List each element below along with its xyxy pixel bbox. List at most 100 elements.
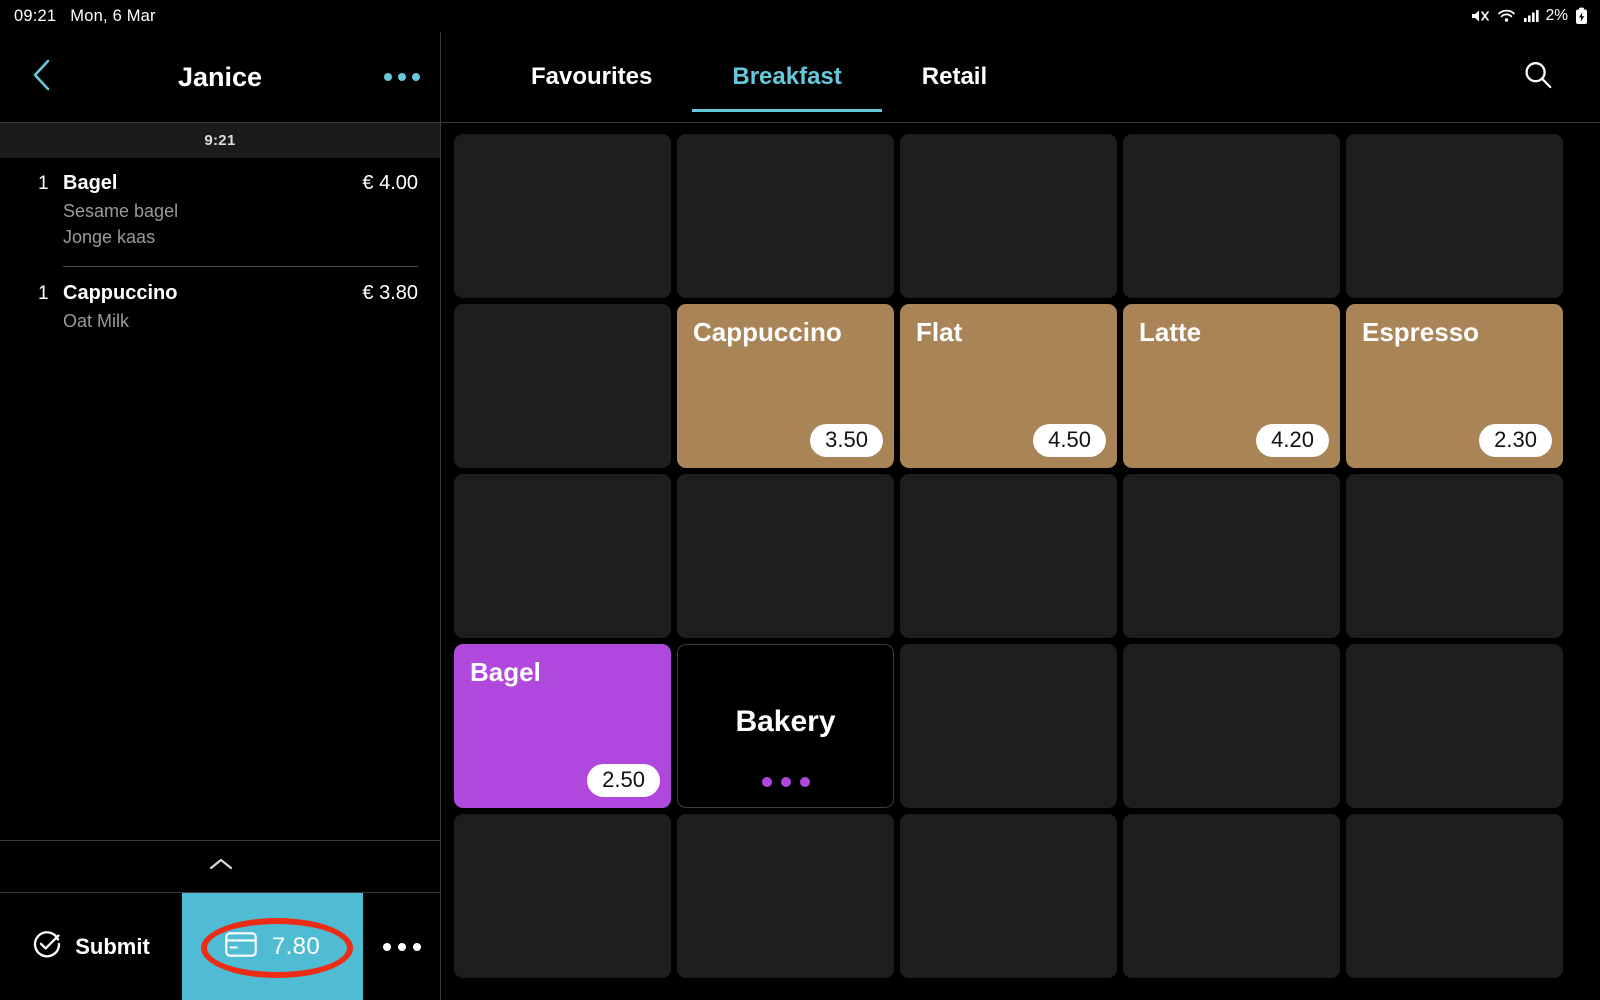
product-tile[interactable]: Espresso 2.30 [1346, 304, 1563, 468]
empty-product-slot[interactable] [1346, 474, 1563, 638]
product-tile-price: 2.50 [587, 764, 660, 797]
order-line-main: 1 Bagel € 4.00 [0, 172, 418, 195]
product-tile-price: 4.20 [1256, 424, 1329, 457]
empty-product-slot[interactable] [900, 134, 1117, 298]
empty-product-slot[interactable] [1346, 134, 1563, 298]
product-tile-name: Flat [916, 317, 963, 347]
order-header: Janice [0, 32, 440, 122]
empty-product-slot[interactable] [454, 134, 671, 298]
search-button[interactable] [1522, 59, 1600, 96]
product-tile[interactable]: Flat 4.50 [900, 304, 1117, 468]
product-grid-cell [451, 811, 674, 981]
product-grid-cell [897, 811, 1120, 981]
battery-percent-label: 2% [1545, 7, 1568, 24]
catalog-tab-bar: Favourites Breakfast Retail [441, 32, 1600, 122]
back-button[interactable] [20, 56, 62, 98]
product-grid: Cappuccino 3.50 Flat 4.50 Latte 4.20 Espresso 2… [451, 131, 1600, 981]
pay-button[interactable]: 7.80 [182, 893, 363, 1000]
order-line-item[interactable]: 1 Bagel € 4.00 Sesame bagel Jonge kaas [0, 172, 440, 267]
empty-product-slot[interactable] [677, 134, 894, 298]
product-grid-cell: Bakery [674, 641, 897, 811]
order-line-modifiers: Sesame bagel Jonge kaas [0, 195, 418, 250]
product-grid-cell [1343, 641, 1566, 811]
order-line-qty: 1 [38, 283, 49, 304]
empty-product-slot[interactable] [900, 644, 1117, 808]
pos-screen: 09:21 Mon, 6 Mar 2% Janice 9:21 1 Bagel … [0, 0, 1600, 1000]
product-tile[interactable]: Cappuccino 3.50 [677, 304, 894, 468]
product-grid-cell: Espresso 2.30 [1343, 301, 1566, 471]
order-line-list: 1 Bagel € 4.00 Sesame bagel Jonge kaas 1… [0, 158, 440, 334]
empty-product-slot[interactable] [677, 474, 894, 638]
wifi-icon [1497, 8, 1516, 24]
empty-product-slot[interactable] [900, 814, 1117, 978]
order-action-bar: Submit 7.80 [0, 892, 441, 1000]
empty-product-slot[interactable] [1123, 134, 1340, 298]
order-collapse-button[interactable] [0, 840, 441, 892]
empty-product-slot[interactable] [454, 814, 671, 978]
product-grid-cell [1120, 811, 1343, 981]
chevron-up-icon [208, 857, 234, 877]
product-grid-cell [897, 131, 1120, 301]
category-tile[interactable]: Bakery [677, 644, 894, 808]
product-tile-name: Bagel [470, 657, 541, 687]
check-circle-icon [32, 929, 62, 964]
product-grid-cell [1120, 641, 1343, 811]
empty-product-slot[interactable] [1123, 814, 1340, 978]
empty-product-slot[interactable] [677, 814, 894, 978]
product-grid-cell [897, 471, 1120, 641]
product-grid-cell: Flat 4.50 [897, 301, 1120, 471]
product-tile[interactable]: Bagel 2.50 [454, 644, 671, 808]
empty-product-slot[interactable] [454, 474, 671, 638]
order-line-modifier: Jonge kaas [63, 227, 156, 247]
status-bar-time: 09:21 [14, 6, 57, 25]
submit-button[interactable]: Submit [0, 893, 182, 1000]
status-bar-left: 09:21 Mon, 6 Mar [0, 7, 156, 26]
product-grid-cell [1120, 131, 1343, 301]
tab-breakfast[interactable]: Breakfast [692, 42, 883, 112]
order-line-name: Cappuccino [63, 282, 178, 304]
product-tile[interactable]: Latte 4.20 [1123, 304, 1340, 468]
more-horizontal-icon [384, 73, 392, 81]
search-icon [1522, 59, 1554, 96]
order-line-item[interactable]: 1 Cappuccino € 3.80 Oat Milk [0, 267, 440, 334]
pay-button-amount: 7.80 [271, 932, 321, 960]
order-options-button[interactable] [384, 73, 420, 81]
empty-product-slot[interactable] [1123, 474, 1340, 638]
more-horizontal-icon [383, 942, 391, 951]
product-grid-cell [674, 471, 897, 641]
product-grid-cell [451, 131, 674, 301]
empty-product-slot[interactable] [1346, 644, 1563, 808]
order-more-actions-button[interactable] [363, 893, 441, 1000]
order-line-modifier: Oat Milk [63, 311, 130, 331]
tab-retail[interactable]: Retail [882, 42, 1027, 112]
order-line-modifiers: Oat Milk [0, 305, 418, 334]
empty-product-slot[interactable] [454, 304, 671, 468]
tab-favourites[interactable]: Favourites [491, 42, 692, 112]
system-status-bar: 09:21 Mon, 6 Mar 2% [0, 0, 1600, 32]
product-tile-price: 3.50 [810, 424, 883, 457]
catalog-panel: Favourites Breakfast Retail Cappuccino 3.… [441, 32, 1600, 1000]
credit-card-icon [225, 931, 257, 962]
battery-charging-icon [1575, 7, 1588, 25]
status-bar-date: Mon, 6 Mar [70, 6, 156, 25]
empty-product-slot[interactable] [1123, 644, 1340, 808]
product-grid-cell [1343, 471, 1566, 641]
mute-icon [1471, 8, 1490, 24]
product-grid-cell [451, 471, 674, 641]
signal-icon [1523, 8, 1539, 24]
submit-button-label: Submit [75, 933, 150, 959]
product-grid-cell [674, 811, 897, 981]
product-grid-cell [451, 301, 674, 471]
product-tile-name: Cappuccino [693, 317, 842, 347]
empty-product-slot[interactable] [1346, 814, 1563, 978]
product-grid-cell [897, 641, 1120, 811]
product-grid-cell [674, 131, 897, 301]
order-line-main: 1 Cappuccino € 3.80 [0, 282, 418, 305]
category-tile-name: Bakery [735, 704, 836, 738]
order-time-band: 9:21 [0, 122, 440, 158]
empty-product-slot[interactable] [900, 474, 1117, 638]
product-grid-cell [1343, 131, 1566, 301]
product-tile-price: 2.30 [1479, 424, 1552, 457]
order-line-price: € 3.80 [362, 282, 418, 304]
product-tile-price: 4.50 [1033, 424, 1106, 457]
